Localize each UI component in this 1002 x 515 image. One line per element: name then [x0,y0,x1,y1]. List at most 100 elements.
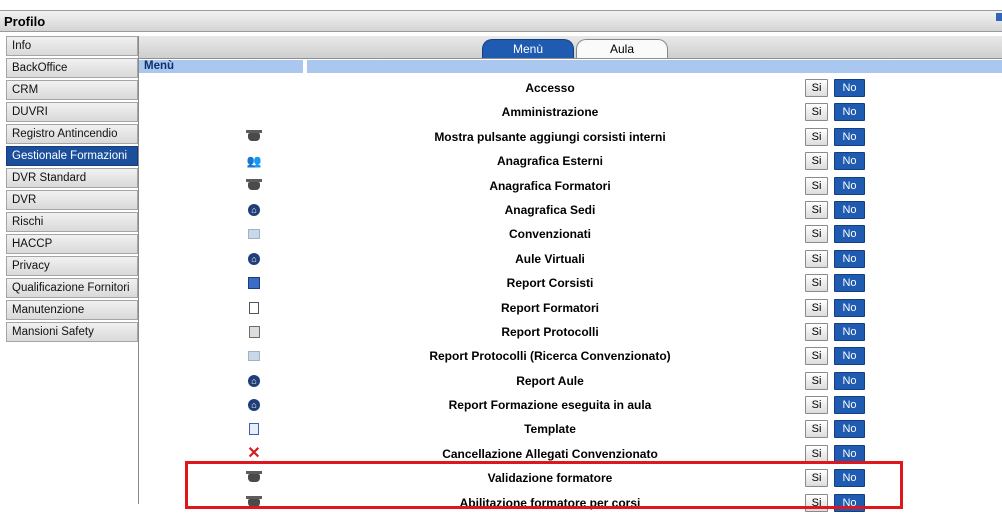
calculator-icon [247,301,261,315]
sidebar-item[interactable]: Info [6,36,138,56]
sidebar-item[interactable]: DVR [6,190,138,210]
section-header: Menù [139,60,1002,73]
si-button[interactable]: Si [805,298,828,317]
permission-label: Anagrafica Esterni [496,154,604,169]
permission-label: Accesso [525,81,575,95]
permission-list: Accesso Si No Amministrazione Si No Mostra pul… [139,76,1002,515]
sidebar-item[interactable]: Mansioni Safety [6,322,138,342]
house-icon: ⌂ [247,203,261,217]
si-button[interactable]: Si [805,274,828,293]
permission-label: Convenzionati [508,227,591,242]
permission-row: Report Protocolli (Ricerca Convenzionato… [139,344,1002,368]
no-button[interactable]: No [834,127,865,146]
permission-row: ⌂ Report Formazione eseguita in aula Si No [139,393,1002,417]
no-button[interactable]: No [834,249,865,268]
permission-row: Template Si No [139,417,1002,441]
permission-label: Report Formazione eseguita in aula [448,398,652,413]
si-button[interactable]: Si [805,371,828,390]
house-icon: ⌂ [247,374,261,388]
no-button[interactable]: No [834,79,865,97]
no-button[interactable]: No [834,176,865,195]
icon-placeholder [247,81,261,95]
permission-row: Convenzionati Si No [139,222,1002,246]
handshake-icon [247,227,261,241]
no-button[interactable]: No [834,103,865,122]
permission-row: ⌂ Aule Virtuali Si No [139,247,1002,271]
sidebar-item[interactable]: CRM [6,80,138,100]
permission-label: Mostra pulsante aggiungi corsisti intern… [434,129,666,144]
window-titlebar: Profilo [0,10,1002,32]
no-button[interactable]: No [834,396,865,415]
permission-row: Report Formatori Si No [139,296,1002,320]
handshake-icon [247,349,261,363]
no-button[interactable]: No [834,200,865,219]
no-button[interactable]: No [834,420,865,439]
house-icon: ⌂ [247,398,261,412]
permission-label: Anagrafica Sedi [504,202,596,217]
sidebar-item[interactable]: BackOffice [6,58,138,78]
graduation-cap-icon [246,178,262,193]
sidebar-item[interactable]: Registro Antincendio [6,124,138,144]
permission-row: Report Protocolli Si No [139,320,1002,344]
si-button[interactable]: Si [805,322,828,341]
permission-label: Report Protocolli [501,324,599,339]
si-button[interactable]: Si [805,420,828,439]
delete-x-icon: ✕ [247,444,261,462]
permission-row: Mostra pulsante aggiungi corsisti intern… [139,125,1002,149]
no-button[interactable]: No [834,152,865,171]
permission-label: Report Protocolli (Ricerca Convenzionato… [429,349,671,364]
permission-row: ⌂ Report Aule Si No [139,369,1002,393]
no-button[interactable]: No [834,371,865,390]
sidebar-item[interactable]: Gestionale Formazioni [6,146,138,166]
permission-label: Report Corsisti [506,276,594,291]
tab-bar: Menù Aula [139,36,1002,59]
window-title: Profilo [4,14,46,29]
section-bar [307,60,1002,73]
highlight-box [185,461,903,509]
graduation-cap-icon [246,129,262,144]
sidebar-item[interactable]: Manutenzione [6,300,138,320]
no-button[interactable]: No [834,298,865,317]
sidebar-item[interactable]: Privacy [6,256,138,276]
si-button[interactable]: Si [805,347,828,366]
si-button[interactable]: Si [805,127,828,146]
window-corner-icon[interactable] [996,13,1002,21]
si-button[interactable]: Si [805,249,828,268]
permission-row: ⌂ Anagrafica Sedi Si No [139,198,1002,222]
no-button[interactable]: No [834,225,865,244]
house-icon: ⌂ [247,252,261,266]
no-button[interactable]: No [834,347,865,366]
people-icon: 👥 [246,154,262,169]
permission-label: Aule Virtuali [515,251,585,266]
document-icon [247,422,261,436]
si-button[interactable]: Si [805,152,828,171]
sidebar-item[interactable]: DVR Standard [6,168,138,188]
permission-row: Report Corsisti Si No [139,271,1002,295]
sidebar-item[interactable]: HACCP [6,234,138,254]
sidebar-item[interactable]: Rischi [6,212,138,232]
si-button[interactable]: Si [805,225,828,244]
sidebar: Info BackOffice CRM DUVRI Registro Antincend… [6,36,139,504]
si-button[interactable]: Si [805,176,828,195]
report-icon [247,325,261,339]
si-button[interactable]: Si [805,396,828,415]
sidebar-item[interactable]: DUVRI [6,102,138,122]
no-button[interactable]: No [834,274,865,293]
permission-label: Template [524,422,576,437]
tab-menu[interactable]: Menù [482,39,574,58]
tab-aula[interactable]: Aula [576,39,668,58]
sidebar-item[interactable]: Qualificazione Fornitori [6,278,138,298]
icon-placeholder [247,105,261,119]
si-button[interactable]: Si [805,103,828,122]
permission-row: Anagrafica Formatori Si No [139,174,1002,198]
id-cards-icon [247,276,261,290]
no-button[interactable]: No [834,322,865,341]
permission-label: Anagrafica Formatori [489,178,611,193]
permission-label: Amministrazione [501,105,599,120]
si-button[interactable]: Si [805,79,828,97]
section-label: Menù [139,60,303,73]
permission-label: Report Formatori [500,300,599,315]
si-button[interactable]: Si [805,200,828,219]
permission-label: Report Aule [516,373,584,388]
permission-row: 👥 Anagrafica Esterni Si No [139,149,1002,173]
